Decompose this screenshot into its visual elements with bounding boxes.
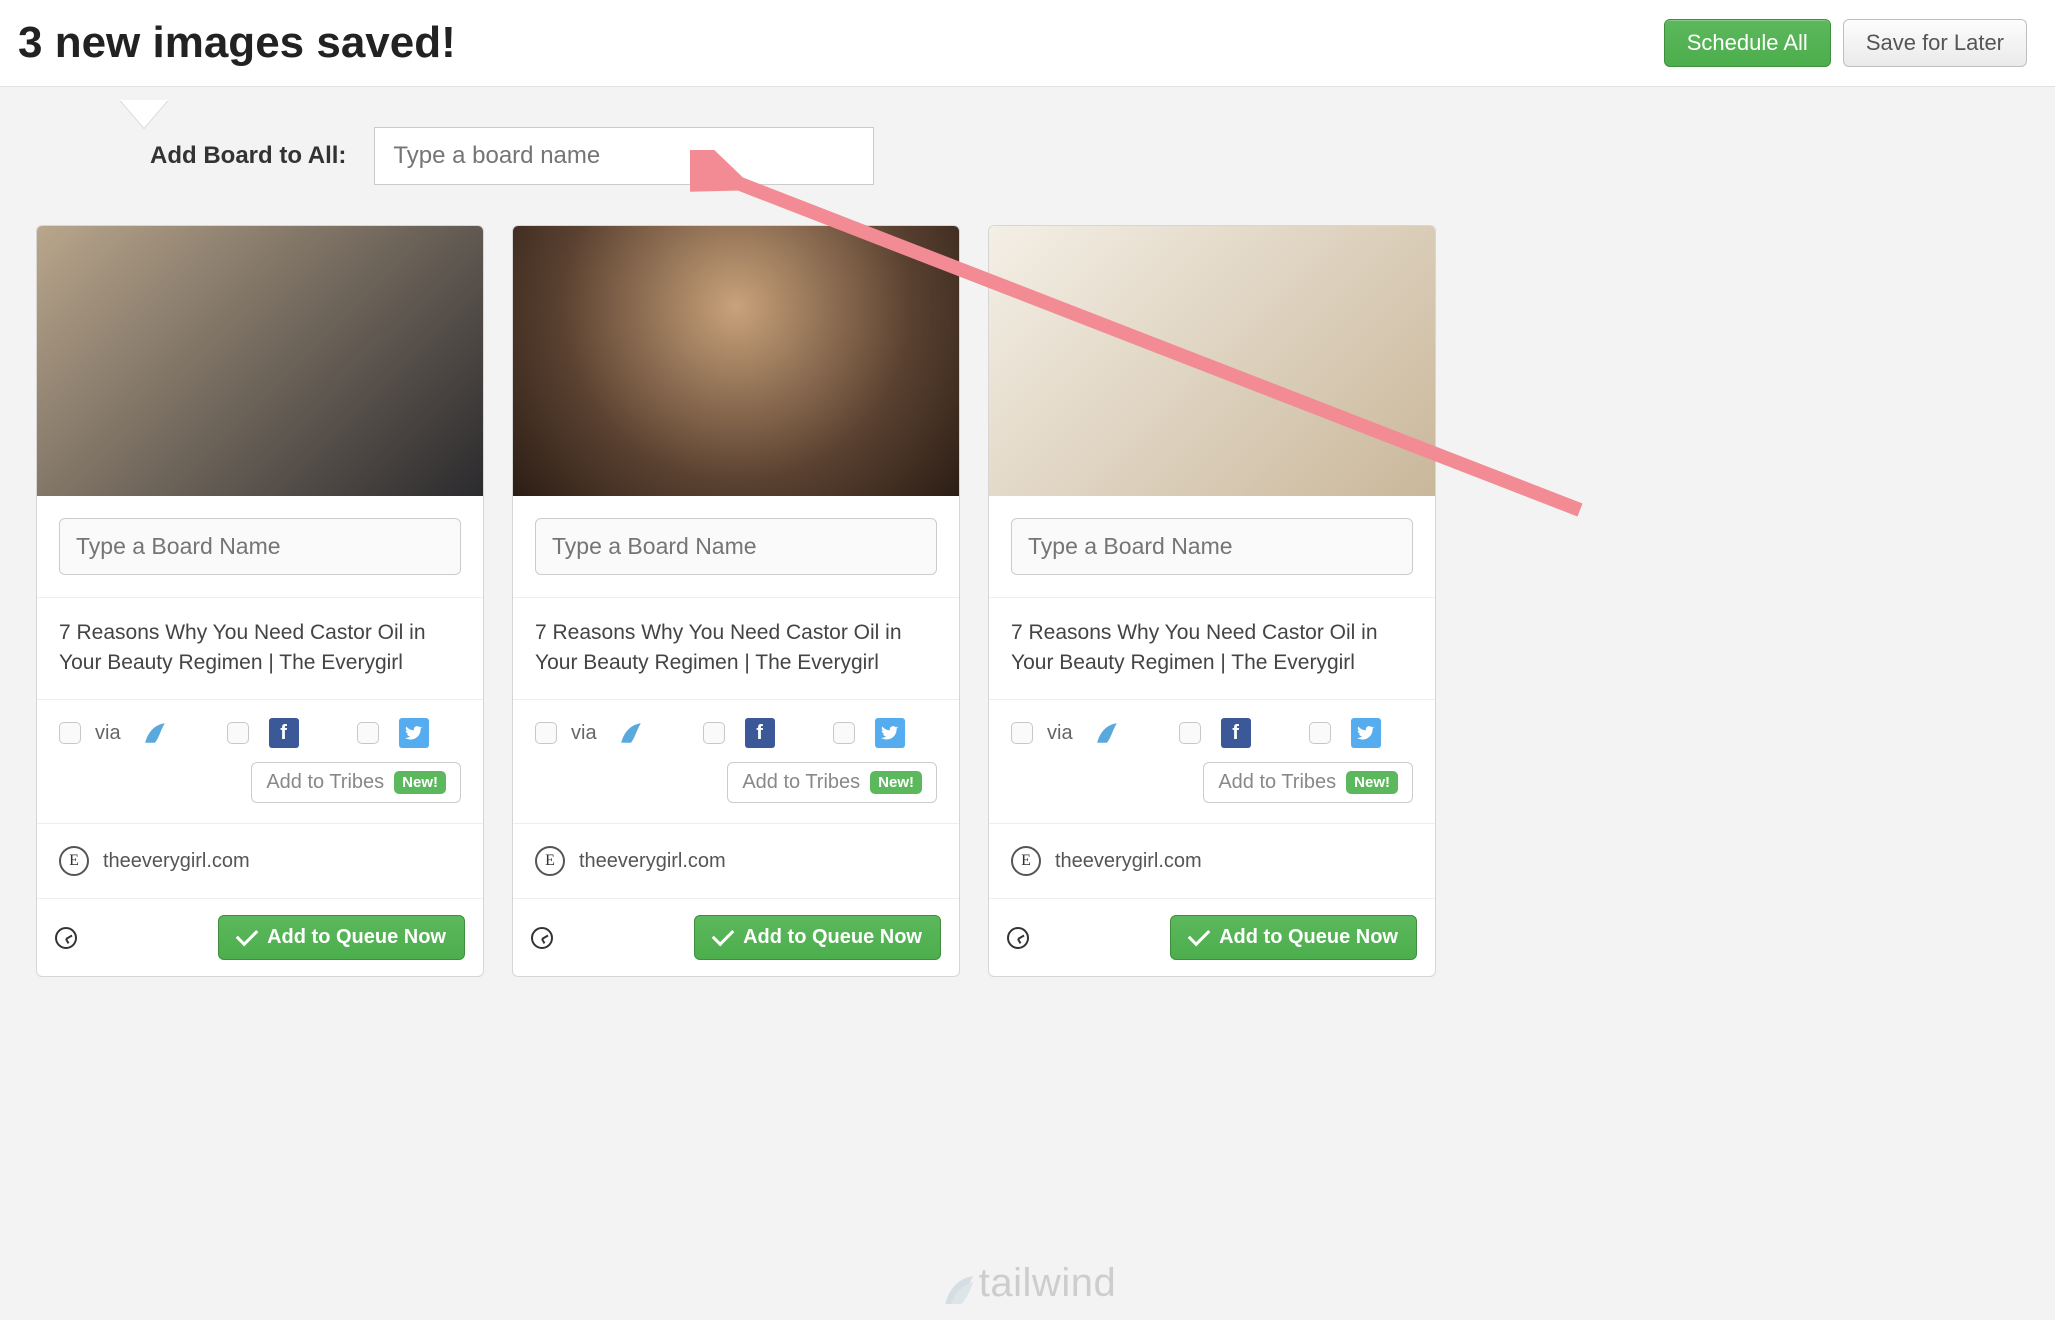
pin-description[interactable]: 7 Reasons Why You Need Castor Oil in You… xyxy=(37,598,483,700)
header-bar: 3 new images saved! Schedule All Save fo… xyxy=(0,0,2055,87)
pin-description[interactable]: 7 Reasons Why You Need Castor Oil in You… xyxy=(513,598,959,700)
twitter-checkbox[interactable] xyxy=(1309,722,1331,744)
add-to-queue-button[interactable]: Add to Queue Now xyxy=(218,915,465,960)
add-to-tribes-label: Add to Tribes xyxy=(1218,771,1336,794)
check-icon xyxy=(712,924,735,947)
add-to-queue-button[interactable]: Add to Queue Now xyxy=(1170,915,1417,960)
dropdown-pointer-icon xyxy=(120,100,168,128)
card-footer: Add to Queue Now xyxy=(989,899,1435,976)
tailwind-icon xyxy=(1093,719,1121,747)
schedule-all-button[interactable]: Schedule All xyxy=(1664,19,1831,67)
new-badge: New! xyxy=(394,771,446,794)
tailwind-watermark: tailwind xyxy=(939,1261,1116,1306)
add-to-queue-label: Add to Queue Now xyxy=(267,926,446,949)
clock-icon[interactable] xyxy=(55,927,77,949)
facebook-icon: f xyxy=(1221,718,1251,748)
tailwind-icon xyxy=(617,719,645,747)
pin-description[interactable]: 7 Reasons Why You Need Castor Oil in You… xyxy=(989,598,1435,700)
add-to-tribes-label: Add to Tribes xyxy=(266,771,384,794)
source-domain: theeverygirl.com xyxy=(1055,850,1202,873)
twitter-icon xyxy=(1351,718,1381,748)
pin-image[interactable] xyxy=(989,226,1435,496)
source-avatar-icon: E xyxy=(535,846,565,876)
via-label: via xyxy=(95,722,121,745)
add-to-queue-label: Add to Queue Now xyxy=(1219,926,1398,949)
check-icon xyxy=(1188,924,1211,947)
clock-icon[interactable] xyxy=(1007,927,1029,949)
source-avatar-icon: E xyxy=(59,846,89,876)
source-domain: theeverygirl.com xyxy=(103,850,250,873)
new-badge: New! xyxy=(870,771,922,794)
add-to-queue-label: Add to Queue Now xyxy=(743,926,922,949)
facebook-icon: f xyxy=(269,718,299,748)
facebook-checkbox[interactable] xyxy=(1179,722,1201,744)
page-title: 3 new images saved! xyxy=(18,18,456,68)
share-row: via f xyxy=(37,700,483,748)
pin-card: 7 Reasons Why You Need Castor Oil in You… xyxy=(36,225,484,977)
board-name-input[interactable] xyxy=(1011,518,1413,575)
via-label: via xyxy=(571,722,597,745)
source-row: E theeverygirl.com xyxy=(37,824,483,899)
tailwind-watermark-text: tailwind xyxy=(979,1261,1116,1306)
source-domain: theeverygirl.com xyxy=(579,850,726,873)
board-name-input[interactable] xyxy=(59,518,461,575)
share-row: via f xyxy=(513,700,959,748)
twitter-checkbox[interactable] xyxy=(833,722,855,744)
facebook-checkbox[interactable] xyxy=(227,722,249,744)
source-row: E theeverygirl.com xyxy=(989,824,1435,899)
card-footer: Add to Queue Now xyxy=(513,899,959,976)
via-checkbox[interactable] xyxy=(535,722,557,744)
clock-icon[interactable] xyxy=(531,927,553,949)
via-checkbox[interactable] xyxy=(59,722,81,744)
facebook-icon: f xyxy=(745,718,775,748)
add-board-label: Add Board to All: xyxy=(150,142,346,170)
add-board-to-all-input[interactable] xyxy=(374,127,874,185)
tailwind-icon xyxy=(141,719,169,747)
via-checkbox[interactable] xyxy=(1011,722,1033,744)
add-to-tribes-button[interactable]: Add to Tribes New! xyxy=(251,762,461,803)
twitter-icon xyxy=(399,718,429,748)
save-for-later-button[interactable]: Save for Later xyxy=(1843,19,2027,67)
add-to-tribes-button[interactable]: Add to Tribes New! xyxy=(727,762,937,803)
source-row: E theeverygirl.com xyxy=(513,824,959,899)
twitter-checkbox[interactable] xyxy=(357,722,379,744)
via-label: via xyxy=(1047,722,1073,745)
board-name-input[interactable] xyxy=(535,518,937,575)
pin-image[interactable] xyxy=(37,226,483,496)
new-badge: New! xyxy=(1346,771,1398,794)
tailwind-logo-icon xyxy=(939,1270,967,1298)
check-icon xyxy=(236,924,259,947)
pin-image[interactable] xyxy=(513,226,959,496)
share-row: via f xyxy=(989,700,1435,748)
facebook-checkbox[interactable] xyxy=(703,722,725,744)
cards-container: 7 Reasons Why You Need Castor Oil in You… xyxy=(0,225,2055,977)
pin-card: 7 Reasons Why You Need Castor Oil in You… xyxy=(512,225,960,977)
add-to-tribes-label: Add to Tribes xyxy=(742,771,860,794)
source-avatar-icon: E xyxy=(1011,846,1041,876)
add-to-queue-button[interactable]: Add to Queue Now xyxy=(694,915,941,960)
card-footer: Add to Queue Now xyxy=(37,899,483,976)
add-to-tribes-button[interactable]: Add to Tribes New! xyxy=(1203,762,1413,803)
header-actions: Schedule All Save for Later xyxy=(1664,19,2027,67)
add-board-to-all-row: Add Board to All: xyxy=(0,87,2055,225)
twitter-icon xyxy=(875,718,905,748)
pin-card: 7 Reasons Why You Need Castor Oil in You… xyxy=(988,225,1436,977)
